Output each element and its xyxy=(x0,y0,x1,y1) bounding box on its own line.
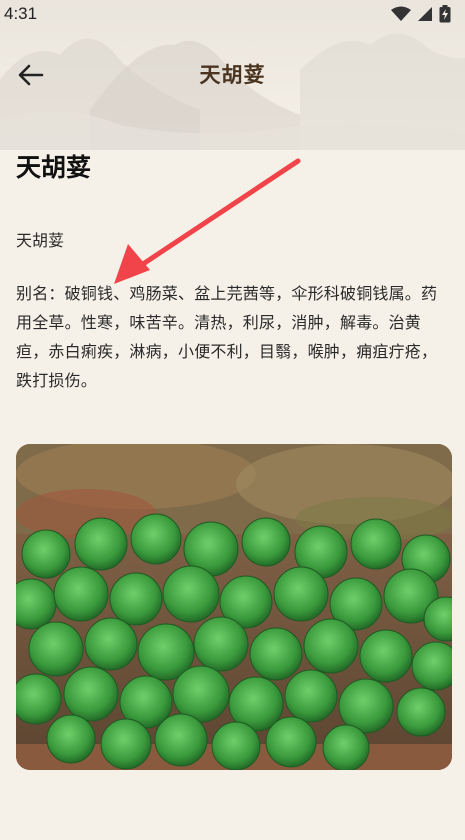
herb-detail-screen: 4:31 天胡荽 天胡荽 天胡荽 别名：破铜钱、鸡肠菜、盆上芫茜等，伞形科破铜钱 xyxy=(0,0,465,840)
status-time: 4:31 xyxy=(4,4,38,23)
status-icons xyxy=(391,5,451,23)
wifi-icon xyxy=(391,6,411,21)
back-button[interactable] xyxy=(14,58,48,92)
herb-content: 天胡荽 天胡荽 别名：破铜钱、鸡肠菜、盆上芫茜等，伞形科破铜钱属。药用全草。性寒… xyxy=(16,140,452,395)
cellular-signal-icon xyxy=(418,7,432,21)
herb-description: 别名：破铜钱、鸡肠菜、盆上芫茜等，伞形科破铜钱属。药用全草。性寒，味苦辛。清热，… xyxy=(16,284,438,390)
battery-charging-icon xyxy=(439,5,451,23)
status-bar: 4:31 xyxy=(0,0,465,28)
arrow-left-icon xyxy=(18,64,44,86)
app-bar-title: 天胡荽 xyxy=(199,63,266,87)
herb-subname: 天胡荽 xyxy=(16,231,65,250)
herb-name: 天胡荽 xyxy=(16,153,92,182)
herb-photo xyxy=(16,444,452,770)
app-bar: 天胡荽 xyxy=(0,50,465,98)
